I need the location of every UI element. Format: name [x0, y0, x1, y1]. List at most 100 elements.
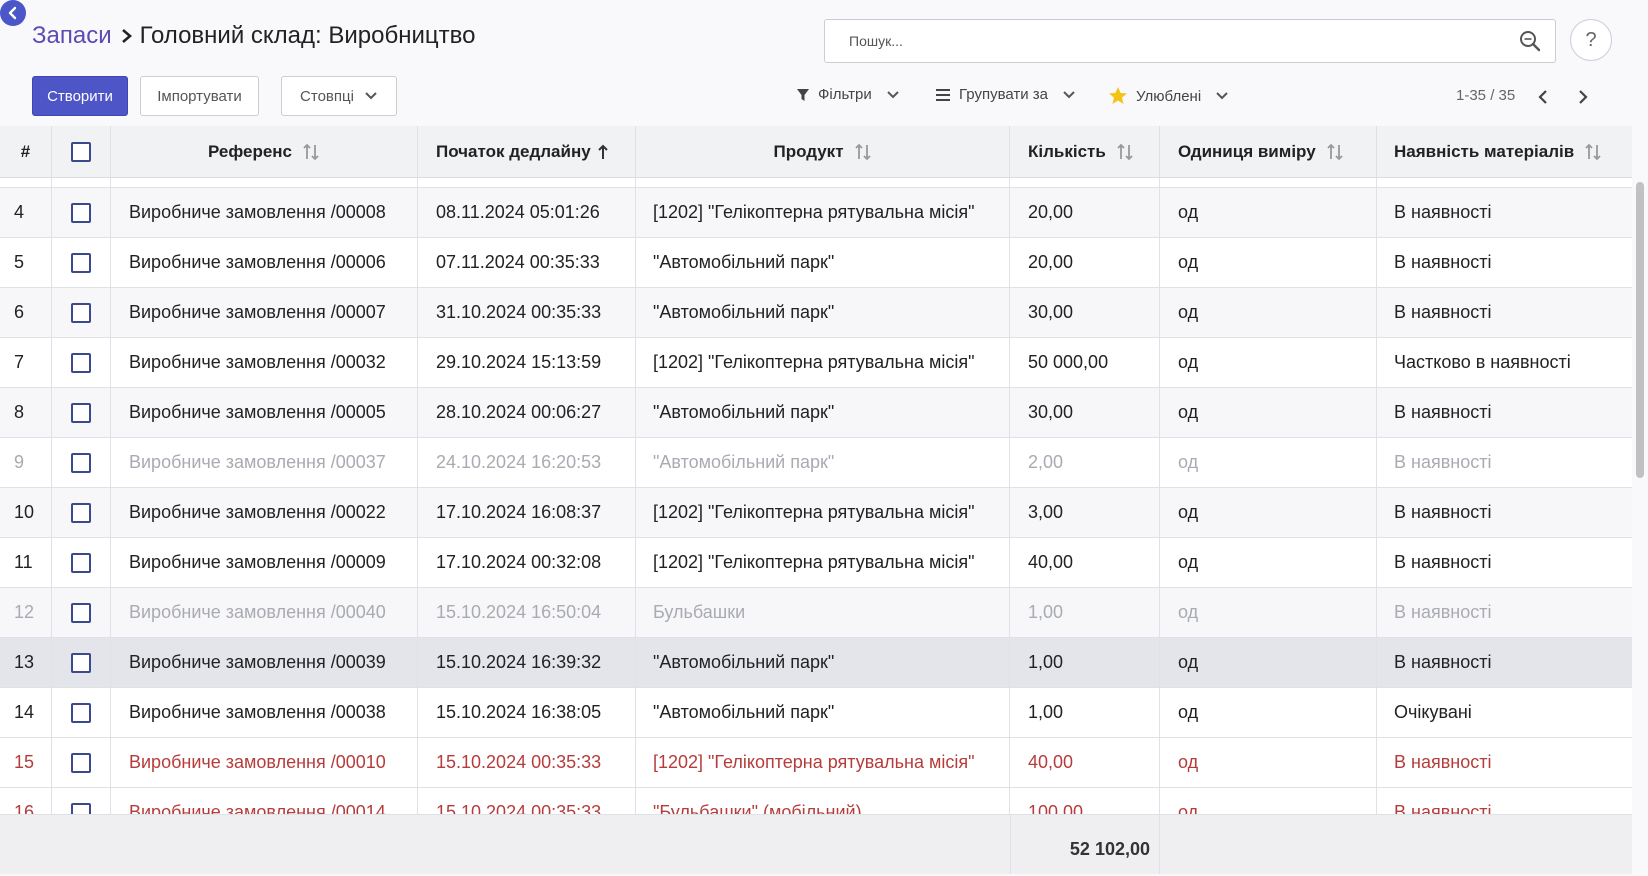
back-button[interactable]	[0, 0, 26, 26]
chevron-down-icon	[365, 92, 377, 100]
row-availability: В наявності	[1394, 502, 1492, 522]
row-checkbox[interactable]	[71, 352, 91, 373]
row-checkbox[interactable]	[71, 752, 91, 773]
row-availability: В наявності	[1394, 552, 1492, 572]
sort-icon	[302, 142, 320, 162]
search-box[interactable]	[824, 19, 1556, 63]
breadcrumb-parent-link[interactable]: Запаси	[32, 22, 112, 50]
pager-range[interactable]: 1-35 / 35	[1456, 87, 1515, 104]
help-button[interactable]: ?	[1570, 19, 1612, 61]
import-button[interactable]: Імпортувати	[140, 76, 259, 116]
pager-prev-button[interactable]	[1532, 86, 1554, 108]
search-input[interactable]	[847, 32, 1515, 50]
row-checkbox[interactable]	[71, 252, 91, 273]
row-checkbox-cell	[52, 288, 111, 337]
row-product: [1202] "Гелікоптерна рятувальна місія"	[636, 738, 1010, 787]
row-quantity: 2,00	[1010, 438, 1160, 487]
column-header-reference[interactable]: Референс	[111, 126, 418, 177]
row-deadline: 08.11.2024 05:01:26	[418, 188, 636, 237]
table-footer: 52 102,00	[0, 814, 1632, 874]
row-checkbox[interactable]	[71, 502, 91, 523]
row-number: 11	[0, 538, 52, 587]
row-checkbox-cell	[52, 538, 111, 587]
group-by-label: Групувати за	[959, 86, 1049, 103]
favorites-dropdown[interactable]: Улюблені	[1108, 86, 1229, 106]
table-row[interactable]: 7 Виробниче замовлення /00032 29.10.2024…	[0, 338, 1632, 388]
column-header-availability[interactable]: Наявність матеріалів	[1377, 126, 1632, 177]
table-row[interactable]: 6 Виробниче замовлення /00007 31.10.2024…	[0, 288, 1632, 338]
vertical-scrollbar-thumb[interactable]	[1636, 182, 1644, 478]
row-uom: од	[1160, 638, 1377, 687]
row-checkbox[interactable]	[71, 702, 91, 723]
row-quantity: 30,00	[1010, 288, 1160, 337]
row-uom: од	[1160, 388, 1377, 437]
sort-icon	[1116, 142, 1134, 162]
table-row[interactable]: 10 Виробниче замовлення /00022 17.10.202…	[0, 488, 1632, 538]
table-row-hovered[interactable]: 13 Виробниче замовлення /00039 15.10.202…	[0, 638, 1632, 688]
row-deadline: 15.10.2024 16:38:05	[418, 688, 636, 737]
group-by-dropdown[interactable]: Групувати за	[935, 86, 1076, 103]
chevron-left-icon	[8, 6, 17, 20]
row-checkbox-cell	[52, 238, 111, 287]
column-header-product[interactable]: Продукт	[636, 126, 1010, 177]
table-row[interactable]: 11 Виробниче замовлення /00009 17.10.202…	[0, 538, 1632, 588]
row-checkbox-cell	[52, 738, 111, 787]
row-quantity: 3,00	[1010, 488, 1160, 537]
table-row-overdue[interactable]: 15 Виробниче замовлення /00010 15.10.202…	[0, 738, 1632, 788]
row-product: [1202] "Гелікоптерна рятувальна місія"	[636, 488, 1010, 537]
row-reference: Виробниче замовлення /00037	[111, 438, 418, 487]
row-uom: од	[1160, 588, 1377, 637]
row-quantity: 1,00	[1010, 688, 1160, 737]
row-number: 15	[0, 738, 52, 787]
table-row[interactable]: 8 Виробниче замовлення /00005 28.10.2024…	[0, 388, 1632, 438]
filters-dropdown[interactable]: Фільтри	[796, 86, 900, 103]
row-number: 5	[0, 238, 52, 287]
row-quantity: 1,00	[1010, 588, 1160, 637]
vertical-scrollbar[interactable]	[1632, 176, 1648, 876]
row-checkbox[interactable]	[71, 302, 91, 323]
chevron-down-icon	[1063, 90, 1075, 98]
row-checkbox[interactable]	[71, 402, 91, 423]
row-checkbox[interactable]	[71, 552, 91, 573]
row-checkbox[interactable]	[71, 652, 91, 673]
breadcrumb: Запаси Головний склад: Виробництво	[32, 22, 475, 50]
create-button[interactable]: Створити	[32, 76, 128, 116]
table-row[interactable]: 12 Виробниче замовлення /00040 15.10.202…	[0, 588, 1632, 638]
search-icon[interactable]	[1515, 26, 1545, 56]
columns-button[interactable]: Стовпці	[281, 76, 397, 116]
row-product: [1202] "Гелікоптерна рятувальна місія"	[636, 188, 1010, 237]
favorites-label: Улюблені	[1136, 87, 1202, 105]
row-deadline: 17.10.2024 16:08:37	[418, 488, 636, 537]
column-header-quantity[interactable]: Кількість	[1010, 126, 1160, 177]
table-row[interactable]: 14 Виробниче замовлення /00038 15.10.202…	[0, 688, 1632, 738]
table-row[interactable]: 5 Виробниче замовлення /00006 07.11.2024…	[0, 238, 1632, 288]
select-all-checkbox[interactable]	[71, 141, 91, 162]
row-quantity: 50 000,00	[1010, 338, 1160, 387]
row-checkbox-cell	[52, 438, 111, 487]
row-checkbox-cell	[52, 588, 111, 637]
column-header-uom[interactable]: Одиниця виміру	[1160, 126, 1377, 177]
row-reference: Виробниче замовлення /00008	[111, 188, 418, 237]
row-checkbox[interactable]	[71, 452, 91, 473]
row-uom: од	[1160, 488, 1377, 537]
row-product: "Автомобільний парк"	[636, 388, 1010, 437]
table-row[interactable]: 9 Виробниче замовлення /00037 24.10.2024…	[0, 438, 1632, 488]
chevron-left-icon	[1538, 90, 1547, 104]
filters-label: Фільтри	[818, 86, 872, 103]
row-quantity: 20,00	[1010, 238, 1160, 287]
row-availability: В наявності	[1394, 252, 1492, 272]
pager-next-button[interactable]	[1572, 86, 1594, 108]
column-header-deadline[interactable]: Початок дедлайну	[418, 126, 636, 177]
row-checkbox-cell	[52, 638, 111, 687]
row-product: [1202] "Гелікоптерна рятувальна місія"	[636, 338, 1010, 387]
row-product: "Автомобільний парк"	[636, 688, 1010, 737]
row-quantity: 20,00	[1010, 188, 1160, 237]
row-number: 7	[0, 338, 52, 387]
row-deadline: 29.10.2024 15:13:59	[418, 338, 636, 387]
column-header-number: #	[0, 126, 52, 177]
table-row[interactable]: 4 Виробниче замовлення /00008 08.11.2024…	[0, 188, 1632, 238]
row-checkbox[interactable]	[71, 602, 91, 623]
chevron-down-icon	[887, 90, 899, 98]
row-checkbox[interactable]	[71, 202, 91, 223]
total-quantity: 52 102,00	[1069, 839, 1150, 859]
